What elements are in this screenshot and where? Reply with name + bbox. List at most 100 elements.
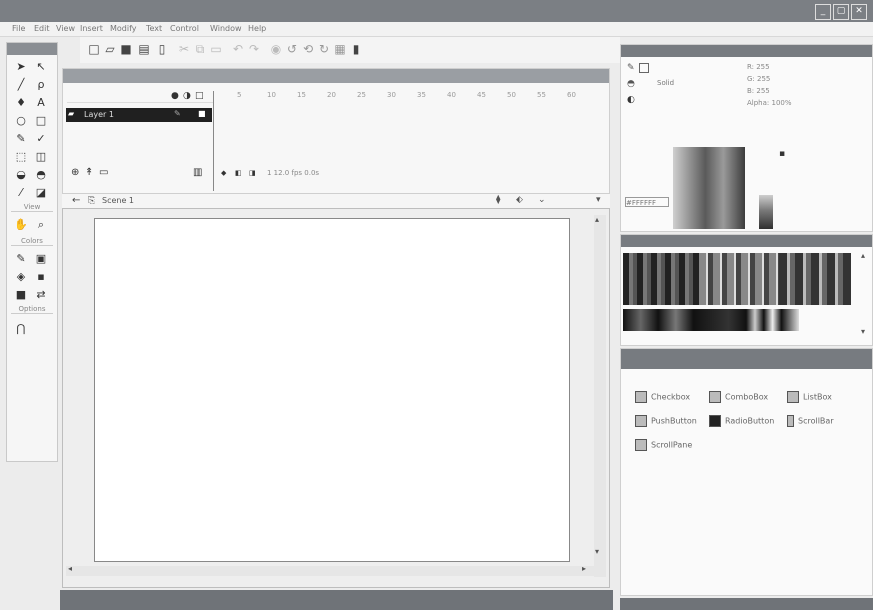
onion-outline-icon[interactable]: ◨ xyxy=(249,169,256,177)
fill-transform-tool-icon[interactable]: ◫ xyxy=(33,149,49,165)
menu-edit[interactable]: Edit xyxy=(34,24,50,33)
layer-box-icon[interactable]: ■ xyxy=(198,109,206,118)
stroke-icon[interactable]: ✎ xyxy=(627,63,635,73)
brush-tool-icon[interactable]: ✓ xyxy=(33,131,49,147)
green-field[interactable]: G: 255 xyxy=(747,75,770,83)
paint-bucket-tool-icon[interactable]: ◓ xyxy=(33,167,49,183)
ink-bottle-tool-icon[interactable]: ◒ xyxy=(13,167,29,183)
menu-file[interactable]: File xyxy=(12,24,25,33)
close-button[interactable]: ✕ xyxy=(851,4,867,20)
stage-scroll-down-icon[interactable]: ▾ xyxy=(596,195,601,205)
horizontal-scrollbar[interactable]: ◂ ▸ xyxy=(66,564,594,576)
cut-icon[interactable]: ✂ xyxy=(176,41,192,57)
subselect-tool-icon[interactable]: ↖ xyxy=(33,59,49,75)
zoom-tool-icon[interactable]: ⌕ xyxy=(33,217,49,233)
lasso-tool-icon[interactable]: ρ xyxy=(33,77,49,93)
hex-field[interactable]: #FFFFFF xyxy=(625,197,669,207)
snap-magnet-icon[interactable]: ⋂ xyxy=(13,321,29,337)
free-transform-tool-icon[interactable]: ⬚ xyxy=(13,149,29,165)
maximize-button[interactable]: ▢ xyxy=(833,4,849,20)
stroke-color-icon[interactable]: ✎ xyxy=(13,251,29,267)
default-colors-icon[interactable]: ■ xyxy=(13,287,29,303)
brightness-slider[interactable] xyxy=(759,195,773,229)
smooth-icon[interactable]: ↺ xyxy=(284,41,300,57)
red-field[interactable]: R: 255 xyxy=(747,63,770,71)
component-scrollpane[interactable]: ScrollPane xyxy=(635,439,692,451)
scroll-left-icon[interactable]: ◂ xyxy=(68,564,72,573)
menu-modify[interactable]: Modify xyxy=(110,24,137,33)
blue-field[interactable]: B: 255 xyxy=(747,87,770,95)
component-listbox[interactable]: ListBox xyxy=(787,391,832,403)
layer-row[interactable]: Layer 1 ▰ ✎ ■ xyxy=(66,108,212,122)
rectangle-tool-icon[interactable]: □ xyxy=(33,113,49,129)
vertical-scrollbar[interactable]: ▴ ▾ xyxy=(594,215,606,577)
save-icon[interactable]: ■ xyxy=(118,41,134,57)
alpha-field[interactable]: Alpha: 100% xyxy=(747,99,792,107)
stage-canvas[interactable] xyxy=(94,218,570,562)
scale-icon[interactable]: ▦ xyxy=(332,41,348,57)
print-icon[interactable]: ▤ xyxy=(136,41,152,57)
eye-icon[interactable]: ● xyxy=(171,91,179,101)
eraser-tool-icon[interactable]: ◪ xyxy=(33,185,49,201)
component-scrollbar[interactable]: ScrollBar xyxy=(787,415,834,427)
swap-colors-icon[interactable]: ⇄ xyxy=(33,287,49,303)
component-pushbutton[interactable]: PushButton xyxy=(635,415,697,427)
align-icon[interactable]: ▮ xyxy=(348,41,364,57)
add-guide-icon[interactable]: ↟ xyxy=(85,167,93,178)
scroll-up-icon[interactable]: ▴ xyxy=(595,215,599,224)
add-layer-icon[interactable]: ⊕ xyxy=(71,167,79,178)
print-preview-icon[interactable]: ▯ xyxy=(154,41,170,57)
black-white-icon[interactable]: ◐ xyxy=(627,95,635,105)
pencil-tool-icon[interactable]: ✎ xyxy=(13,131,29,147)
rotate-icon[interactable]: ↻ xyxy=(316,41,332,57)
eyedropper-tool-icon[interactable]: ⁄ xyxy=(13,185,29,201)
redo-icon[interactable]: ↷ xyxy=(246,41,262,57)
scroll-down-icon[interactable]: ▾ xyxy=(595,547,599,556)
text-tool-icon[interactable]: A xyxy=(33,95,49,111)
undo-icon[interactable]: ↶ xyxy=(230,41,246,57)
swatch-scroll-up-icon[interactable]: ▴ xyxy=(861,251,865,260)
minimize-button[interactable]: _ xyxy=(815,4,831,20)
color-spectrum[interactable] xyxy=(673,147,745,229)
swatch-grid-1[interactable] xyxy=(623,253,699,305)
menu-view[interactable]: View xyxy=(56,24,75,33)
fill-bucket-icon[interactable]: ◓ xyxy=(627,79,635,89)
stroke-swatch-icon[interactable]: ▣ xyxy=(33,251,49,267)
menu-insert[interactable]: Insert xyxy=(80,24,103,33)
zoom-dropdown-icon[interactable]: ⌄ xyxy=(538,195,546,205)
menu-text[interactable]: Text xyxy=(146,24,162,33)
scroll-right-icon[interactable]: ▸ xyxy=(582,564,586,573)
edit-symbols-icon[interactable]: ⬖ xyxy=(516,195,523,205)
center-frame-icon[interactable]: ◆ xyxy=(221,169,226,177)
arrow-tool-icon[interactable]: ➤ xyxy=(13,59,29,75)
new-file-icon[interactable]: □ xyxy=(86,41,102,57)
outline-icon[interactable]: □ xyxy=(195,91,204,101)
menu-control[interactable]: Control xyxy=(170,24,199,33)
menu-window[interactable]: Window xyxy=(210,24,242,33)
gradient-swatches[interactable] xyxy=(623,309,799,331)
pen-tool-icon[interactable]: ♦ xyxy=(13,95,29,111)
fill-color-icon[interactable]: ◈ xyxy=(13,269,29,285)
delete-layer-icon[interactable]: ▥ xyxy=(193,167,202,178)
straighten-icon[interactable]: ⟲ xyxy=(300,41,316,57)
swatch-scroll-down-icon[interactable]: ▾ xyxy=(861,327,865,336)
swatch-grid-3[interactable] xyxy=(779,253,851,305)
swatch-grid-2[interactable] xyxy=(699,253,779,305)
line-tool-icon[interactable]: ╱ xyxy=(13,77,29,93)
hand-tool-icon[interactable]: ✋ xyxy=(13,217,29,233)
component-combobox[interactable]: ComboBox xyxy=(709,391,768,403)
paste-icon[interactable]: ▭ xyxy=(208,41,224,57)
component-radiobutton[interactable]: RadioButton xyxy=(709,415,774,427)
menu-help[interactable]: Help xyxy=(248,24,266,33)
fill-swatch-icon[interactable]: ▪ xyxy=(33,269,49,285)
snap-icon[interactable]: ◉ xyxy=(268,41,284,57)
oval-tool-icon[interactable]: ○ xyxy=(13,113,29,129)
stroke-color-swatch[interactable] xyxy=(639,63,649,73)
edit-scene-icon[interactable]: ⧫ xyxy=(496,195,500,205)
add-folder-icon[interactable]: ▭ xyxy=(99,167,108,178)
open-file-icon[interactable]: ▱ xyxy=(102,41,118,57)
copy-icon[interactable]: ⧉ xyxy=(192,41,208,57)
lock-icon[interactable]: ◑ xyxy=(183,91,191,101)
onion-skin-icon[interactable]: ◧ xyxy=(235,169,242,177)
component-checkbox[interactable]: Checkbox xyxy=(635,391,690,403)
